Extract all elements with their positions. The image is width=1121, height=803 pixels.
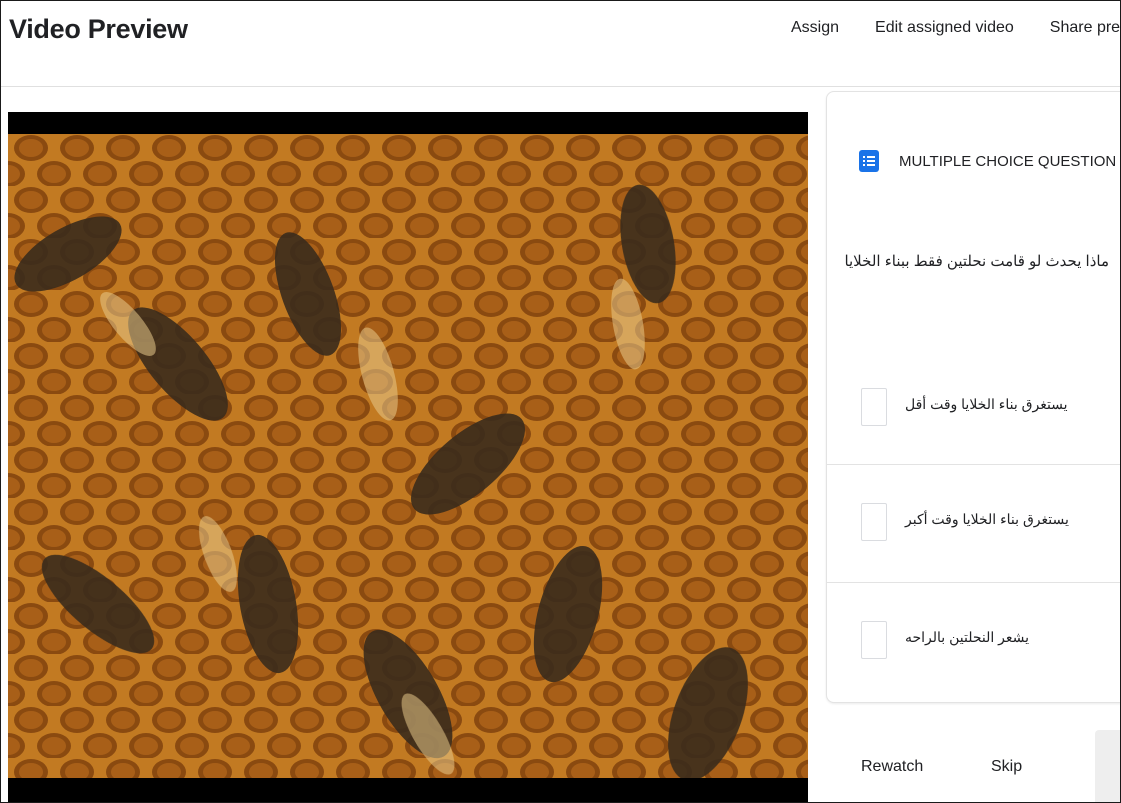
skip-button[interactable]: Skip [991,758,1022,776]
assign-button[interactable]: Assign [791,19,839,37]
answer-label: يستغرق بناء الخلايا وقت أكبر [905,511,1069,527]
submit-button[interactable] [1095,730,1120,802]
answer-option[interactable]: يستغرق بناء الخلايا وقت أكبر [827,464,1120,582]
question-card: MULTIPLE CHOICE QUESTION ماذا يحدث لو قا… [826,91,1120,703]
answer-option[interactable]: يستغرق بناء الخلايا وقت أقل [827,350,1120,468]
answer-checkbox[interactable] [861,621,887,659]
answer-checkbox[interactable] [861,388,887,426]
question-text: ماذا يحدث لو قامت نحلتين فقط ببناء الخلا… [844,253,1109,270]
answer-checkbox[interactable] [861,503,887,541]
video-frame-icon [8,134,808,778]
page-title: Video Preview [9,14,188,44]
video-player[interactable] [8,112,808,802]
answer-option[interactable]: يشعر النحلتين بالراحه [827,582,1120,700]
answer-label: يستغرق بناء الخلايا وقت أقل [905,396,1068,412]
list-icon [859,150,879,172]
header-bar: Video Preview Assign Edit assigned video… [1,1,1120,87]
share-preview-button[interactable]: Share previ [1050,19,1120,37]
app-window: Video Preview Assign Edit assigned video… [0,0,1121,803]
edit-assigned-video-button[interactable]: Edit assigned video [875,19,1014,37]
video-frame[interactable] [8,134,808,778]
question-type: MULTIPLE CHOICE QUESTION [859,150,1116,172]
answer-label: يشعر النحلتين بالراحه [905,629,1030,645]
top-nav: Assign Edit assigned video Share previ [791,19,1120,37]
rewatch-button[interactable]: Rewatch [861,758,923,776]
question-type-label: MULTIPLE CHOICE QUESTION [899,152,1117,170]
